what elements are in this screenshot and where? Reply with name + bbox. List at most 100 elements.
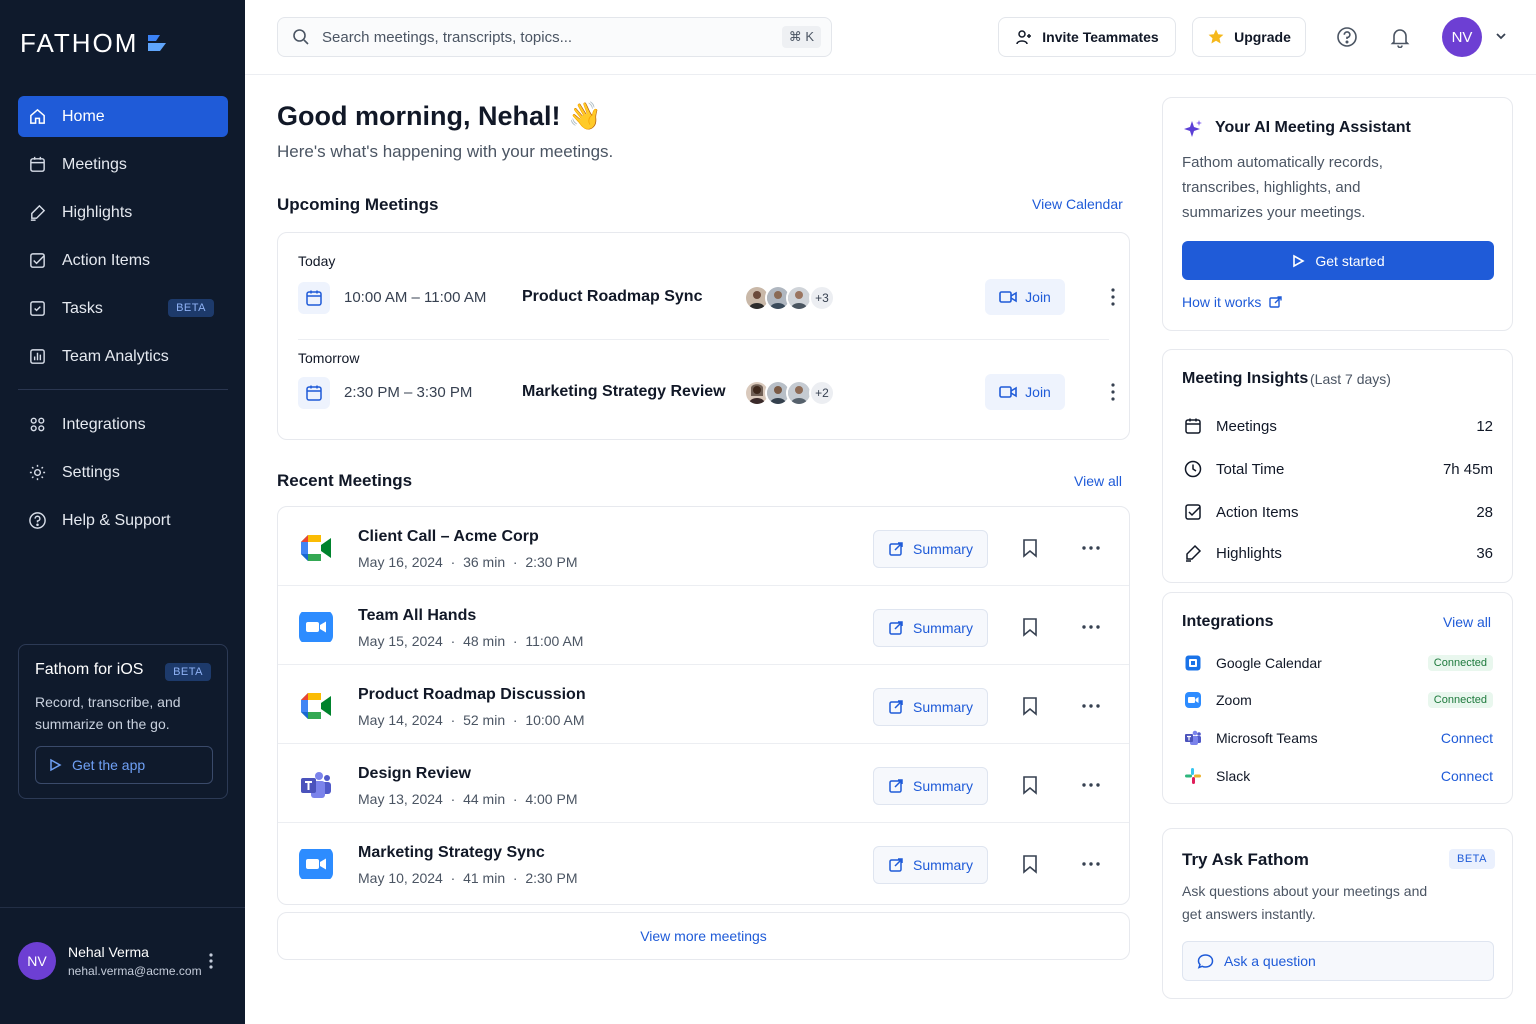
ask-a-question-button[interactable]: Ask a question [1182, 941, 1494, 981]
meeting-date: May 10, 2024 [358, 870, 443, 886]
ask-fathom-description: Ask questions about your meetings and ge… [1182, 883, 1428, 922]
meeting-date: May 15, 2024 [358, 633, 443, 649]
sidebar-item-action-items[interactable]: Action Items [18, 240, 228, 281]
get-the-app-button[interactable]: Get the app [35, 746, 213, 784]
microsoft-teams-icon [301, 772, 331, 798]
chevron-down-icon[interactable] [1494, 29, 1508, 43]
meeting-time: 2:30 PM – 3:30 PM [344, 384, 473, 401]
meeting-duration: 36 min [463, 554, 506, 570]
summary-button[interactable]: Summary [873, 767, 988, 805]
sparkle-icon [1184, 120, 1202, 137]
invite-teammates-button[interactable]: Invite Teammates [998, 17, 1176, 57]
upcoming-meetings-card: Today 10:00 AM – 11:00 AM Product Roadma… [277, 232, 1130, 440]
sidebar-item-highlights[interactable]: Highlights [18, 192, 228, 233]
more-horizontal-icon[interactable] [1080, 777, 1102, 793]
zoom-icon [1182, 689, 1204, 711]
summary-button[interactable]: Summary [873, 609, 988, 647]
integration-row: Microsoft Teams Connect [1182, 726, 1493, 750]
summary-button[interactable]: Summary [873, 846, 988, 884]
beta-badge: BETA [165, 663, 211, 681]
bookmark-icon[interactable] [1021, 538, 1039, 558]
bookmark-icon[interactable] [1021, 775, 1039, 795]
connect-link[interactable]: Connect [1441, 768, 1493, 784]
join-button[interactable]: Join [985, 279, 1065, 315]
join-button[interactable]: Join [985, 374, 1065, 410]
more-horizontal-icon[interactable] [1080, 698, 1102, 714]
view-all-integrations-link[interactable]: View all [1443, 614, 1491, 630]
sidebar-item-meetings[interactable]: Meetings [18, 144, 228, 185]
avatar[interactable]: NV [1442, 17, 1482, 57]
how-it-works-link[interactable]: How it works [1182, 294, 1283, 310]
insight-label: Meetings [1216, 417, 1277, 435]
more-horizontal-icon[interactable] [1080, 619, 1102, 635]
table-row[interactable]: Team All Hands May 15, 2024 · 48 min · 1… [278, 586, 1129, 665]
sidebar-item-home[interactable]: Home [18, 96, 228, 137]
sidebar-item-label: Team Analytics [62, 347, 169, 365]
highlighter-icon [27, 203, 47, 223]
ask-a-question-label: Ask a question [1224, 953, 1316, 969]
sidebar-item-label: Highlights [62, 203, 133, 221]
get-started-button[interactable]: Get started [1182, 241, 1494, 280]
calendar-icon [298, 377, 330, 409]
insight-value: 28 [1476, 503, 1493, 521]
summary-button[interactable]: Summary [873, 530, 988, 568]
bookmark-icon[interactable] [1021, 854, 1039, 874]
sidebar-item-tasks[interactable]: Tasks BETA [18, 288, 228, 329]
sidebar-item-integrations[interactable]: Integrations [18, 404, 228, 445]
view-calendar-link[interactable]: View Calendar [1032, 196, 1123, 212]
sidebar-item-settings[interactable]: Settings [18, 452, 228, 493]
sidebar-item-help-support[interactable]: Help & Support [18, 500, 228, 541]
bell-icon[interactable] [1389, 26, 1411, 48]
meeting-date: May 16, 2024 [358, 554, 443, 570]
search-input[interactable]: Search meetings, transcripts, topics... … [277, 17, 832, 57]
upcoming-meeting-row[interactable]: 10:00 AM – 11:00 AM Product Roadmap Sync… [298, 278, 1115, 318]
meeting-title: Product Roadmap Sync [522, 288, 703, 305]
more-horizontal-icon[interactable] [1080, 540, 1102, 556]
view-all-meetings-link[interactable]: View all [1074, 473, 1122, 489]
meeting-time: 10:00 AM – 11:00 AM [344, 289, 487, 306]
table-row[interactable]: Marketing Strategy Sync May 10, 2024 · 4… [278, 823, 1129, 902]
clock-icon [1182, 458, 1204, 480]
analytics-icon [27, 347, 47, 367]
sidebar-item-team-analytics[interactable]: Team Analytics [18, 336, 228, 377]
grid-icon [27, 415, 47, 435]
insight-value: 7h 45m [1442, 460, 1493, 478]
meeting-time: 2:30 PM [525, 554, 578, 570]
summary-button[interactable]: Summary [873, 688, 988, 726]
sidebar-item-label: Home [62, 107, 105, 125]
help-icon [27, 511, 47, 531]
upgrade-button[interactable]: Upgrade [1192, 17, 1306, 57]
view-more-meetings-button[interactable]: View more meetings [277, 912, 1130, 960]
zoom-icon [299, 612, 333, 642]
sidebar: FATHOM Home Meetings Highlights Action I… [0, 0, 245, 1024]
home-icon [27, 107, 47, 127]
help-icon[interactable] [1336, 26, 1358, 48]
participant-avatars: +2 [744, 380, 835, 406]
connect-link[interactable]: Connect [1441, 730, 1493, 746]
beta-badge: BETA [1449, 849, 1495, 869]
meeting-duration: 52 min [463, 712, 506, 728]
table-row[interactable]: Product Roadmap Discussion May 14, 2024 … [278, 665, 1129, 744]
bookmark-icon[interactable] [1021, 696, 1039, 716]
sidebar-item-label: Tasks [62, 299, 103, 317]
fathom-logo[interactable]: FATHOM [20, 28, 168, 59]
search-shortcut: ⌘ K [781, 26, 821, 48]
table-row[interactable]: Design Review May 13, 2024 · 44 min · 4:… [278, 744, 1129, 823]
search-icon [293, 29, 309, 45]
summary-label: Summary [913, 699, 973, 715]
more-vertical-icon[interactable] [1104, 382, 1122, 402]
more-horizontal-icon[interactable] [1080, 856, 1102, 872]
table-row[interactable]: Client Call – Acme Corp May 16, 2024 · 3… [278, 507, 1129, 586]
row-divider [298, 339, 1109, 340]
checkbox-icon [1182, 501, 1204, 523]
insight-label: Total Time [1216, 460, 1285, 478]
insight-label: Action Items [1216, 503, 1299, 521]
upcoming-meeting-row[interactable]: 2:30 PM – 3:30 PM Marketing Strategy Rev… [298, 373, 1115, 413]
more-vertical-icon[interactable] [1104, 287, 1122, 307]
video-icon [999, 291, 1017, 303]
user-profile[interactable]: NV Nehal Verma nehal.verma@acme.com [18, 942, 202, 980]
more-vertical-icon[interactable] [208, 952, 214, 970]
bookmark-icon[interactable] [1021, 617, 1039, 637]
meeting-date: May 13, 2024 [358, 791, 443, 807]
summary-label: Summary [913, 541, 973, 557]
